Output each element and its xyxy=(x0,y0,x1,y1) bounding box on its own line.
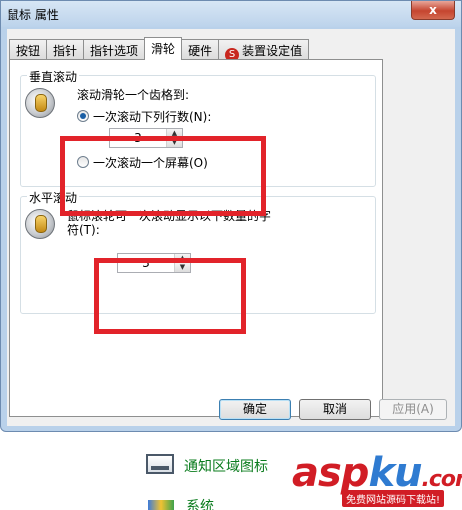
mouse-wheel-icon xyxy=(25,209,55,239)
highlight-box-horizontal xyxy=(94,258,246,334)
watermark-tagline: 免费网站源码下载站! xyxy=(342,490,445,507)
tab-hardware[interactable]: 硬件 xyxy=(181,39,220,59)
tab-label: 指针 xyxy=(53,44,78,58)
highlight-box-vertical xyxy=(60,136,266,216)
vertical-scroll-caption: 滚动滑轮一个齿格到: xyxy=(77,88,190,102)
tab-pointer-options[interactable]: 指针选项 xyxy=(83,39,146,59)
tab-device-settings[interactable]: S 装置设定值 xyxy=(218,39,310,62)
radio-scroll-lines[interactable] xyxy=(77,110,89,122)
close-button[interactable]: x xyxy=(411,1,455,20)
system-link[interactable]: 系统 xyxy=(186,496,214,510)
vertical-scroll-title: 垂直滚动 xyxy=(27,68,80,85)
radio-scroll-lines-label[interactable]: 一次滚动下列行数(N): xyxy=(93,108,211,125)
cancel-button[interactable]: 取消 xyxy=(299,399,371,420)
notification-area-icon xyxy=(146,454,174,474)
tab-buttons[interactable]: 按钮 xyxy=(9,39,48,59)
tab-label: 装置设定值 xyxy=(242,44,303,58)
notification-area-link[interactable]: 通知区域图标 xyxy=(184,456,268,476)
mouse-properties-window: 鼠标 属性 x 按钮 指针 指针选项 滑轮 硬件 S 装置设定值 垂直滚动 滚动滑… xyxy=(0,0,462,432)
tab-label: 按钮 xyxy=(16,44,41,58)
dialog-client-area: 按钮 指针 指针选项 滑轮 硬件 S 装置设定值 垂直滚动 滚动滑轮一个齿格到: … xyxy=(7,29,455,426)
mouse-wheel-icon xyxy=(25,88,55,118)
horizontal-scroll-caption-line2: 符(T): xyxy=(67,223,100,237)
watermark-com: .com xyxy=(421,467,462,492)
ok-button[interactable]: 确定 xyxy=(219,399,291,420)
tab-label: 滑轮 xyxy=(151,42,176,56)
title-bar[interactable]: 鼠标 属性 x xyxy=(1,1,461,27)
tab-pointers[interactable]: 指针 xyxy=(46,39,85,59)
system-icon xyxy=(148,500,174,510)
wheel-tab-panel: 垂直滚动 滚动滑轮一个齿格到: 一次滚动下列行数(N): 3 ▲ ▼ 一次滚动一… xyxy=(9,59,383,417)
tab-label: 硬件 xyxy=(188,44,213,58)
apply-button[interactable]: 应用(A) xyxy=(379,399,447,420)
tab-label: 指针选项 xyxy=(90,44,139,58)
tab-wheel[interactable]: 滑轮 xyxy=(144,37,183,60)
tab-strip: 按钮 指针 指针选项 滑轮 硬件 S 装置设定值 xyxy=(9,37,310,62)
window-title: 鼠标 属性 xyxy=(7,8,59,22)
